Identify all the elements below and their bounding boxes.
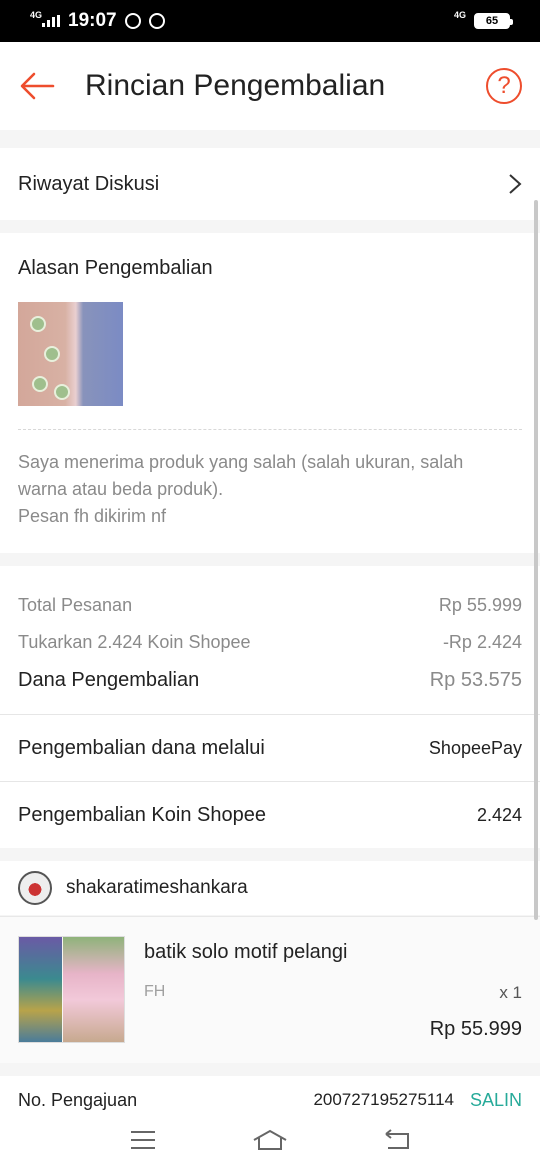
back-button[interactable]: [19, 71, 55, 101]
product-quantity: x 1: [499, 983, 522, 1002]
return-reason-title: Alasan Pengembalian: [18, 257, 213, 279]
return-reason-text: Saya menerima produk yang salah (salah u…: [18, 449, 518, 530]
home-button[interactable]: [250, 1125, 290, 1155]
status-right: 4G 65: [453, 9, 513, 29]
battery-icon: 65: [474, 13, 513, 29]
return-reason-section: Alasan Pengembalian Saya menerima produk…: [0, 233, 540, 553]
network-type-right: 4G: [453, 9, 466, 20]
arrow-left-icon: [20, 72, 55, 100]
chevron-right-icon: [509, 174, 522, 194]
refund-amount-value: Rp 53.575: [429, 669, 522, 691]
product-price: Rp 55.999: [429, 1018, 522, 1040]
system-nav-bar: [0, 1110, 540, 1170]
whatsapp-icon: [124, 13, 141, 29]
clock: 19:07: [68, 10, 117, 31]
signal-icon: [42, 15, 61, 27]
coin-redeem-value: -Rp 2.424: [442, 632, 522, 652]
request-number-label: No. Pengajuan: [18, 1090, 138, 1110]
coin-refund-label: Pengembalian Koin Shopee: [18, 803, 266, 826]
coin-redeem-label: Tukarkan 2.424 Koin Shopee: [18, 632, 251, 652]
help-button[interactable]: ?: [486, 68, 522, 104]
evidence-photo[interactable]: [18, 302, 123, 406]
discussion-history-label: Riwayat Diskusi: [18, 172, 160, 195]
status-bar: 4G 19:07 4G 65: [0, 0, 540, 42]
reason-line-3: Pesan fh dikirim nf: [18, 506, 167, 526]
shop-name: shakaratimeshankara: [66, 877, 248, 898]
refund-method-row: Pengembalian dana melalui ShopeePay: [0, 715, 540, 781]
total-order-label: Total Pesanan: [18, 595, 133, 615]
shop-row[interactable]: shakaratimeshankara: [0, 861, 540, 915]
return-icon: [385, 1129, 409, 1149]
menu-button[interactable]: [123, 1125, 163, 1155]
page-title: Rincian Pengembalian: [85, 69, 386, 102]
menu-icon: [131, 1131, 156, 1149]
help-icon: ?: [497, 72, 511, 99]
refund-amount-row: Dana Pengembalian Rp 53.575: [18, 669, 522, 692]
total-order-value: Rp 55.999: [438, 595, 522, 615]
coin-redeem-row: Tukarkan 2.424 Koin Shopee -Rp 2.424: [18, 632, 522, 653]
dashed-divider: [18, 429, 522, 430]
coin-refund-row: Pengembalian Koin Shopee 2.424: [0, 782, 540, 848]
status-left: 4G 19:07: [30, 10, 165, 32]
product-name: batik solo motif pelangi: [144, 941, 348, 963]
request-number-value: 200727195275114: [313, 1090, 454, 1109]
product-item[interactable]: batik solo motif pelangi FH x 1 Rp 55.99…: [0, 916, 540, 1063]
reason-line-2: warna atau beda produk).: [18, 479, 224, 499]
home-icon: [253, 1129, 287, 1150]
back-nav-button[interactable]: [377, 1125, 417, 1155]
coin-refund-value: 2.424: [476, 804, 522, 825]
refund-method-label: Pengembalian dana melalui: [18, 736, 265, 759]
product-variation: FH: [144, 983, 166, 1000]
app-header: Rincian Pengembalian ?: [0, 42, 540, 130]
chrome-icon: [148, 13, 165, 29]
copy-button[interactable]: SALIN: [470, 1090, 522, 1111]
product-thumbnail: [18, 936, 125, 1043]
refund-amount-label: Dana Pengembalian: [18, 669, 200, 691]
network-type-left: 4G: [30, 9, 43, 20]
reason-line-1: Saya menerima produk yang salah (salah u…: [18, 452, 464, 472]
scrollbar[interactable]: [534, 200, 538, 920]
total-order-row: Total Pesanan Rp 55.999: [18, 595, 522, 616]
refund-method-value: ShopeePay: [428, 737, 522, 758]
discussion-history-row[interactable]: Riwayat Diskusi: [0, 148, 540, 220]
shop-avatar: [18, 871, 52, 905]
refund-amounts-section: Total Pesanan Rp 55.999 Tukarkan 2.424 K…: [0, 566, 540, 714]
